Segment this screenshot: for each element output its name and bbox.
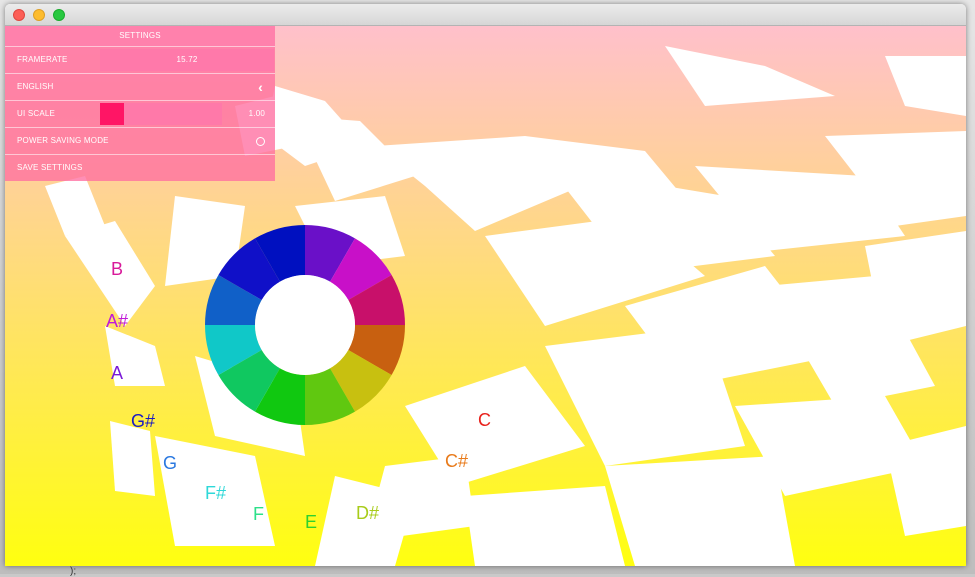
note-f-sharp: F# bbox=[205, 483, 226, 503]
note-f: F bbox=[253, 504, 264, 524]
language-select[interactable]: ENGLISH ‹ bbox=[5, 73, 275, 100]
radio-circle-icon[interactable] bbox=[256, 137, 265, 146]
color-wheel bbox=[205, 225, 405, 425]
note-d-sharp: D# bbox=[356, 503, 379, 523]
window-titlebar[interactable] bbox=[5, 4, 966, 26]
maximize-window-button[interactable] bbox=[53, 9, 65, 21]
ui-scale-value: 1.00 bbox=[248, 109, 265, 118]
save-settings-label: SAVE SETTINGS bbox=[17, 163, 83, 172]
save-settings-button[interactable]: SAVE SETTINGS bbox=[5, 154, 275, 181]
color-wheel-center bbox=[255, 275, 355, 375]
note-c: C bbox=[478, 410, 491, 430]
note-a: A bbox=[111, 363, 123, 383]
framerate-label: FRAMERATE bbox=[17, 55, 68, 64]
framerate-row: FRAMERATE 15.72 bbox=[5, 46, 275, 73]
minimize-window-button[interactable] bbox=[33, 9, 45, 21]
framerate-value: 15.72 bbox=[100, 49, 274, 71]
close-window-button[interactable] bbox=[13, 9, 25, 21]
note-g: G bbox=[163, 453, 177, 473]
ui-scale-label: UI SCALE bbox=[17, 109, 56, 118]
settings-panel: SETTINGS FRAMERATE 15.72 ENGLISH ‹ UI SC… bbox=[5, 26, 275, 181]
ui-scale-row: UI SCALE 1.00 bbox=[5, 100, 275, 127]
note-e: E bbox=[305, 512, 317, 532]
language-label: ENGLISH bbox=[17, 82, 54, 91]
power-saving-toggle[interactable]: POWER SAVING MODE bbox=[5, 127, 275, 154]
settings-title: SETTINGS bbox=[5, 26, 275, 46]
power-saving-label: POWER SAVING MODE bbox=[17, 136, 109, 145]
ui-scale-slider-handle[interactable] bbox=[100, 103, 124, 125]
note-a-sharp: A# bbox=[106, 311, 128, 331]
background-code-text: ); bbox=[70, 566, 77, 577]
note-g-sharp: G# bbox=[131, 411, 155, 431]
note-b: B bbox=[111, 259, 123, 279]
chevron-left-icon[interactable]: ‹ bbox=[258, 74, 263, 100]
note-c-sharp: C# bbox=[445, 451, 468, 471]
app-window: C C# D# E F F# G G# A A# B SETTINGS FRAMERATE 15.7… bbox=[5, 4, 966, 566]
